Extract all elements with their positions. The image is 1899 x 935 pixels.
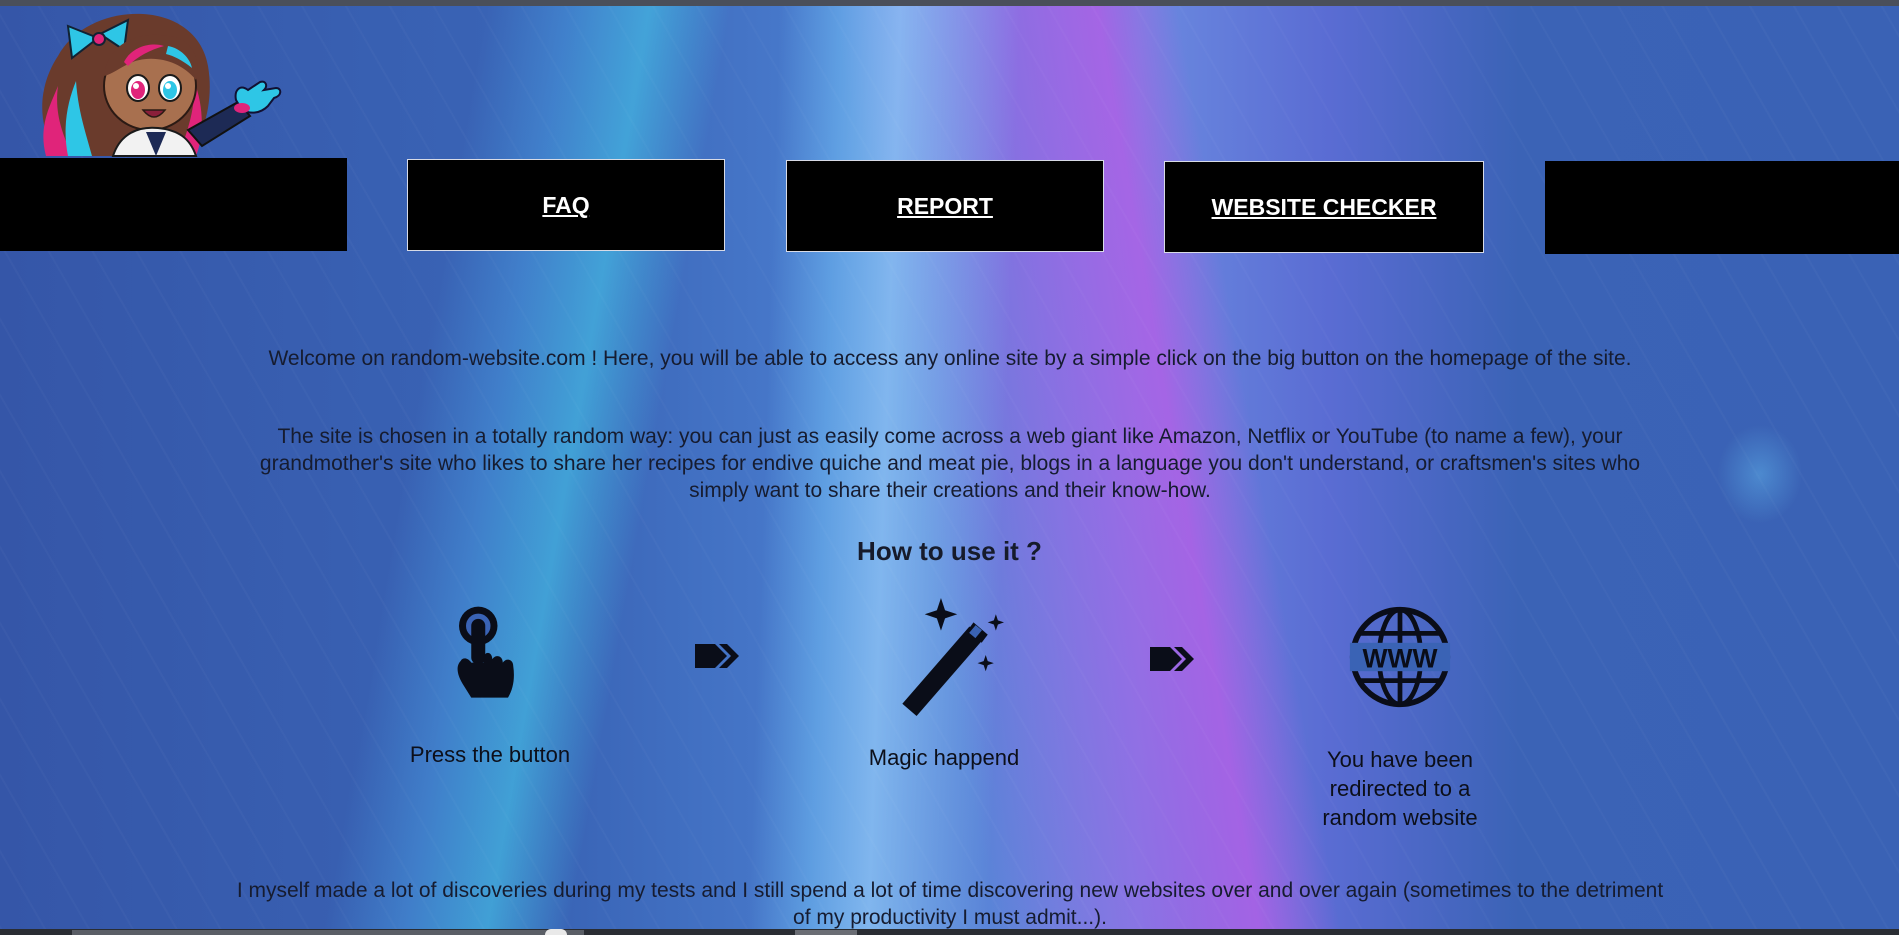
pointer-hand-icon <box>457 606 514 698</box>
nav-faq-button[interactable]: FAQ <box>407 159 725 251</box>
random-selection-paragraph: The site is chosen in a totally random w… <box>259 425 1641 502</box>
nav-report-button[interactable]: REPORT <box>786 160 1104 252</box>
how-to-heading: How to use it ? <box>857 536 1042 566</box>
mascot-logo[interactable] <box>28 6 308 160</box>
nav-faq-link[interactable]: FAQ <box>542 192 589 219</box>
www-globe-icon: WWW <box>1349 606 1451 708</box>
nav-website-checker-button[interactable]: WEBSITE CHECKER <box>1164 161 1484 253</box>
nav-report-link[interactable]: REPORT <box>897 193 993 220</box>
step-redirected-label: You have been redirected to a random web… <box>1322 747 1478 830</box>
double-arrow-icon <box>1150 647 1194 671</box>
magic-wand-icon <box>902 598 1004 716</box>
nav-box-left-blank <box>0 158 347 251</box>
discoveries-paragraph: I myself made a lot of discoveries durin… <box>236 879 1664 929</box>
scrollbar-thumb[interactable] <box>72 930 584 935</box>
scrollbar-bottom[interactable] <box>0 929 1899 935</box>
step-magic-label: Magic happend <box>868 745 1020 770</box>
step-press-button-label: Press the button <box>409 742 571 767</box>
nav-box-right-blank <box>1545 161 1899 254</box>
double-arrow-icon <box>695 644 739 668</box>
svg-text:WWW: WWW <box>1363 643 1438 673</box>
nav-website-checker-link[interactable]: WEBSITE CHECKER <box>1212 194 1437 221</box>
welcome-paragraph: Welcome on random-website.com ! Here, yo… <box>268 347 1632 370</box>
